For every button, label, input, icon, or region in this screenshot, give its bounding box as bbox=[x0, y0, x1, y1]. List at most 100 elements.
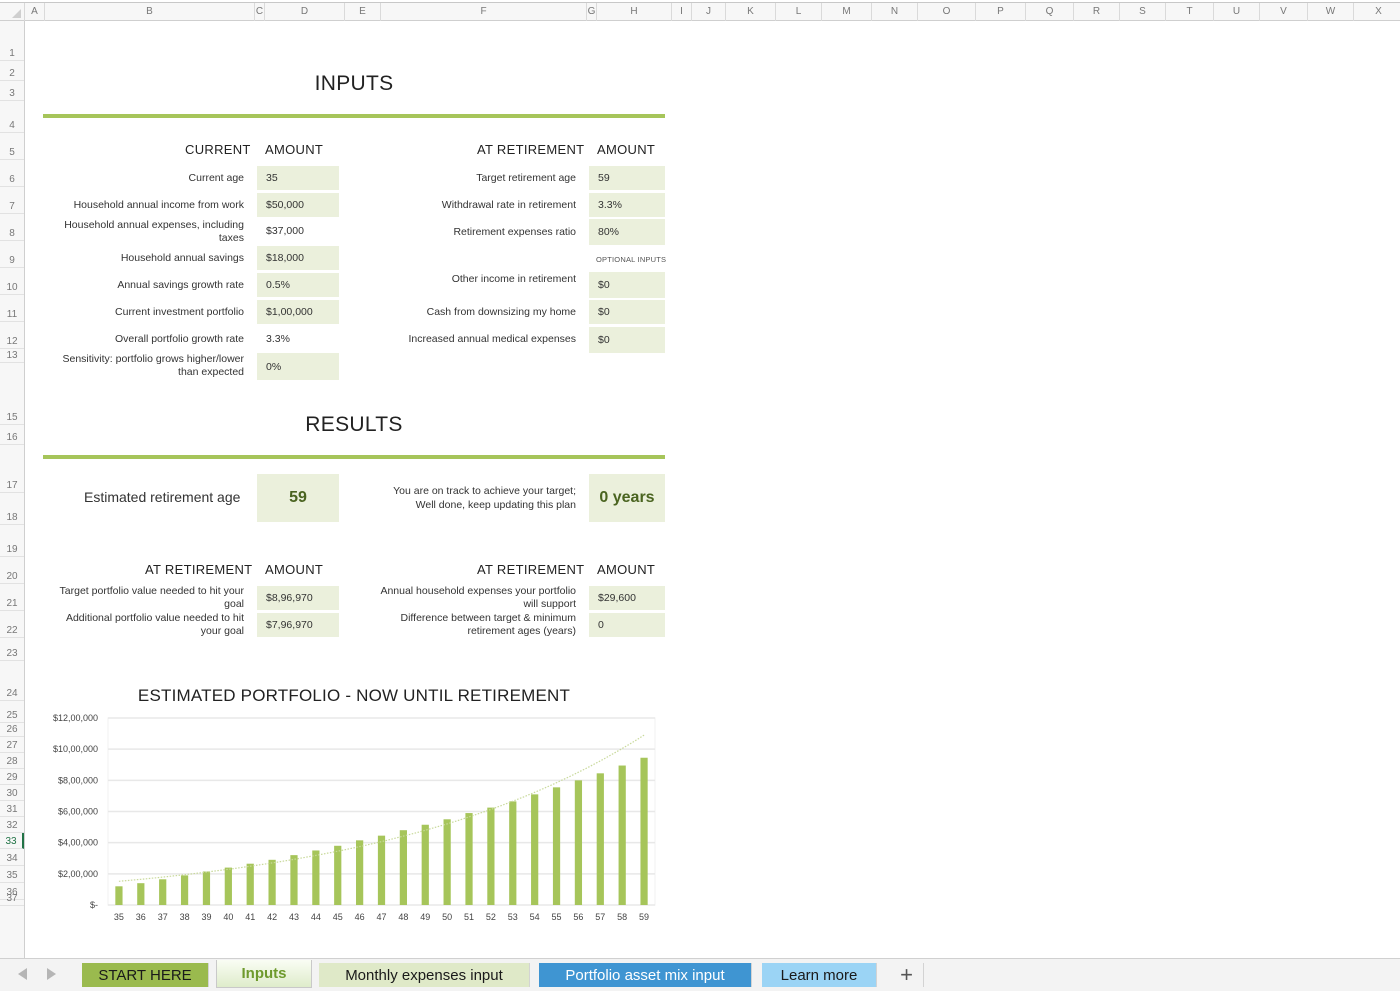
estimated-age-value: 59 bbox=[257, 474, 339, 522]
row-header-3[interactable]: 3 bbox=[0, 81, 24, 101]
column-header-x[interactable]: X bbox=[1354, 3, 1400, 21]
chart-title: ESTIMATED PORTFOLIO - NOW UNTIL RETIREME… bbox=[137, 686, 571, 705]
row-header-6[interactable]: 6 bbox=[0, 160, 24, 187]
medical-input[interactable]: $0 bbox=[589, 327, 665, 353]
column-header-h[interactable]: H bbox=[597, 3, 672, 21]
column-header-t[interactable]: T bbox=[1166, 3, 1214, 21]
row-header-37[interactable]: 37 bbox=[0, 893, 24, 906]
row-header-27[interactable]: 27 bbox=[0, 737, 24, 753]
sensitivity-input[interactable]: 0% bbox=[257, 353, 339, 380]
row-header-17[interactable]: 17 bbox=[0, 445, 24, 493]
row-header-5[interactable]: 5 bbox=[0, 133, 24, 160]
add-sheet-button[interactable]: + bbox=[890, 962, 924, 987]
column-header-p[interactable]: P bbox=[976, 3, 1026, 21]
column-header-v[interactable]: V bbox=[1260, 3, 1308, 21]
bar-age-54 bbox=[531, 794, 539, 905]
row-header-9[interactable]: 9 bbox=[0, 241, 24, 268]
savings-input[interactable]: $18,000 bbox=[257, 246, 339, 270]
bar-age-48 bbox=[399, 830, 407, 905]
tab-learn-more[interactable]: Learn more bbox=[762, 963, 877, 987]
bar-age-37 bbox=[159, 879, 167, 905]
row-header-11[interactable]: 11 bbox=[0, 295, 24, 322]
x-tick-label: 59 bbox=[639, 912, 649, 922]
column-header-c[interactable]: C bbox=[255, 3, 265, 21]
tab-portfolio-asset-mix-input[interactable]: Portfolio asset mix input bbox=[539, 963, 752, 987]
target-age-input[interactable]: 59 bbox=[589, 166, 665, 190]
row-header-1[interactable]: 1 bbox=[0, 21, 24, 61]
column-header-u[interactable]: U bbox=[1214, 3, 1260, 21]
row-header-31[interactable]: 31 bbox=[0, 801, 24, 817]
row-header-10[interactable]: 10 bbox=[0, 268, 24, 295]
withdrawal-rate-input[interactable]: 3.3% bbox=[589, 193, 665, 217]
column-header-o[interactable]: O bbox=[918, 3, 976, 21]
row-header-8[interactable]: 8 bbox=[0, 214, 24, 241]
row-header-7[interactable]: 7 bbox=[0, 187, 24, 214]
row-header-18[interactable]: 18 bbox=[0, 493, 24, 525]
column-header-r[interactable]: R bbox=[1074, 3, 1120, 21]
tab-start-here[interactable]: START HERE bbox=[82, 963, 209, 987]
track-message-line2: Well done, keep updating this plan bbox=[415, 499, 576, 511]
row-header-2[interactable]: 2 bbox=[0, 61, 24, 81]
column-header-q[interactable]: Q bbox=[1026, 3, 1074, 21]
savings-growth-input[interactable]: 0.5% bbox=[257, 273, 339, 297]
row-header-13[interactable]: 13 bbox=[0, 349, 24, 363]
target-age-label: Target retirement age bbox=[476, 172, 576, 184]
row-header-26[interactable]: 26 bbox=[0, 723, 24, 737]
row-header-24[interactable]: 24 bbox=[0, 661, 24, 701]
row-header-16[interactable]: 16 bbox=[0, 425, 24, 445]
row-header-15[interactable]: 15 bbox=[0, 363, 24, 425]
column-header-a[interactable]: A bbox=[25, 3, 45, 21]
sheet-tab-bar: START HERE Inputs Monthly expenses input… bbox=[0, 958, 1400, 991]
bar-age-50 bbox=[443, 819, 451, 905]
expenses-value[interactable]: $37,000 bbox=[257, 219, 339, 243]
column-header-j[interactable]: J bbox=[692, 3, 726, 21]
row-header-22[interactable]: 22 bbox=[0, 611, 24, 638]
column-header-m[interactable]: M bbox=[822, 3, 872, 21]
column-header-k[interactable]: K bbox=[726, 3, 776, 21]
row-header-19[interactable]: 19 bbox=[0, 525, 24, 557]
column-header-i[interactable]: I bbox=[672, 3, 692, 21]
column-header-bar: ABCDEFGHIJKLMNOPQRSTUVWX bbox=[0, 2, 1400, 21]
column-header-e[interactable]: E bbox=[345, 3, 381, 21]
row-header-bar: 1 2 3 4 5 6 7 8 9 10 11 12 13 15 16 17 18 19 20 21 22 23 24 25 2… bbox=[0, 21, 25, 961]
column-header-d[interactable]: D bbox=[265, 3, 345, 21]
track-message: You are on track to achieve your target;… bbox=[370, 484, 576, 512]
row-header-29[interactable]: 29 bbox=[0, 769, 24, 785]
column-header-g[interactable]: G bbox=[587, 3, 597, 21]
row-header-12[interactable]: 12 bbox=[0, 322, 24, 349]
row-header-23[interactable]: 23 bbox=[0, 638, 24, 661]
row-header-33[interactable]: 33 bbox=[0, 833, 24, 849]
column-header-b[interactable]: B bbox=[45, 3, 255, 21]
current-age-input[interactable]: 35 bbox=[257, 166, 339, 190]
select-all-button[interactable] bbox=[0, 3, 25, 21]
row-header-35[interactable]: 35 bbox=[0, 866, 24, 883]
scroll-tabs-right-icon[interactable] bbox=[47, 968, 56, 980]
row-header-30[interactable]: 30 bbox=[0, 785, 24, 801]
row-header-4[interactable]: 4 bbox=[0, 101, 24, 133]
downsizing-input[interactable]: $0 bbox=[589, 300, 665, 324]
portfolio-growth-value[interactable]: 3.3% bbox=[257, 327, 339, 351]
scroll-tabs-left-icon[interactable] bbox=[18, 968, 27, 980]
portfolio-chart[interactable]: $- $2,00,000 $4,00,000 $6,00,000 $8,00,000 $1… bbox=[40, 708, 665, 930]
tab-inputs[interactable]: Inputs bbox=[216, 960, 312, 988]
bar-age-40 bbox=[224, 867, 232, 905]
tab-monthly-expenses-input[interactable]: Monthly expenses input bbox=[319, 963, 530, 987]
expenses-ratio-input[interactable]: 80% bbox=[589, 219, 665, 245]
portfolio-input[interactable]: $1,00,000 bbox=[257, 300, 339, 324]
column-header-n[interactable]: N bbox=[872, 3, 918, 21]
income-input[interactable]: $50,000 bbox=[257, 193, 339, 217]
row-header-34[interactable]: 34 bbox=[0, 849, 24, 866]
column-header-s[interactable]: S bbox=[1120, 3, 1166, 21]
y-tick-label: $10,00,000 bbox=[53, 744, 98, 754]
other-income-input[interactable]: $0 bbox=[589, 272, 665, 298]
x-tick-label: 54 bbox=[530, 912, 540, 922]
row-header-28[interactable]: 28 bbox=[0, 753, 24, 769]
x-tick-label: 46 bbox=[355, 912, 365, 922]
row-header-32[interactable]: 32 bbox=[0, 817, 24, 833]
row-header-21[interactable]: 21 bbox=[0, 584, 24, 611]
column-header-l[interactable]: L bbox=[776, 3, 822, 21]
row-header-20[interactable]: 20 bbox=[0, 557, 24, 584]
column-header-w[interactable]: W bbox=[1308, 3, 1354, 21]
row-header-25[interactable]: 25 bbox=[0, 701, 24, 723]
column-header-f[interactable]: F bbox=[381, 3, 587, 21]
